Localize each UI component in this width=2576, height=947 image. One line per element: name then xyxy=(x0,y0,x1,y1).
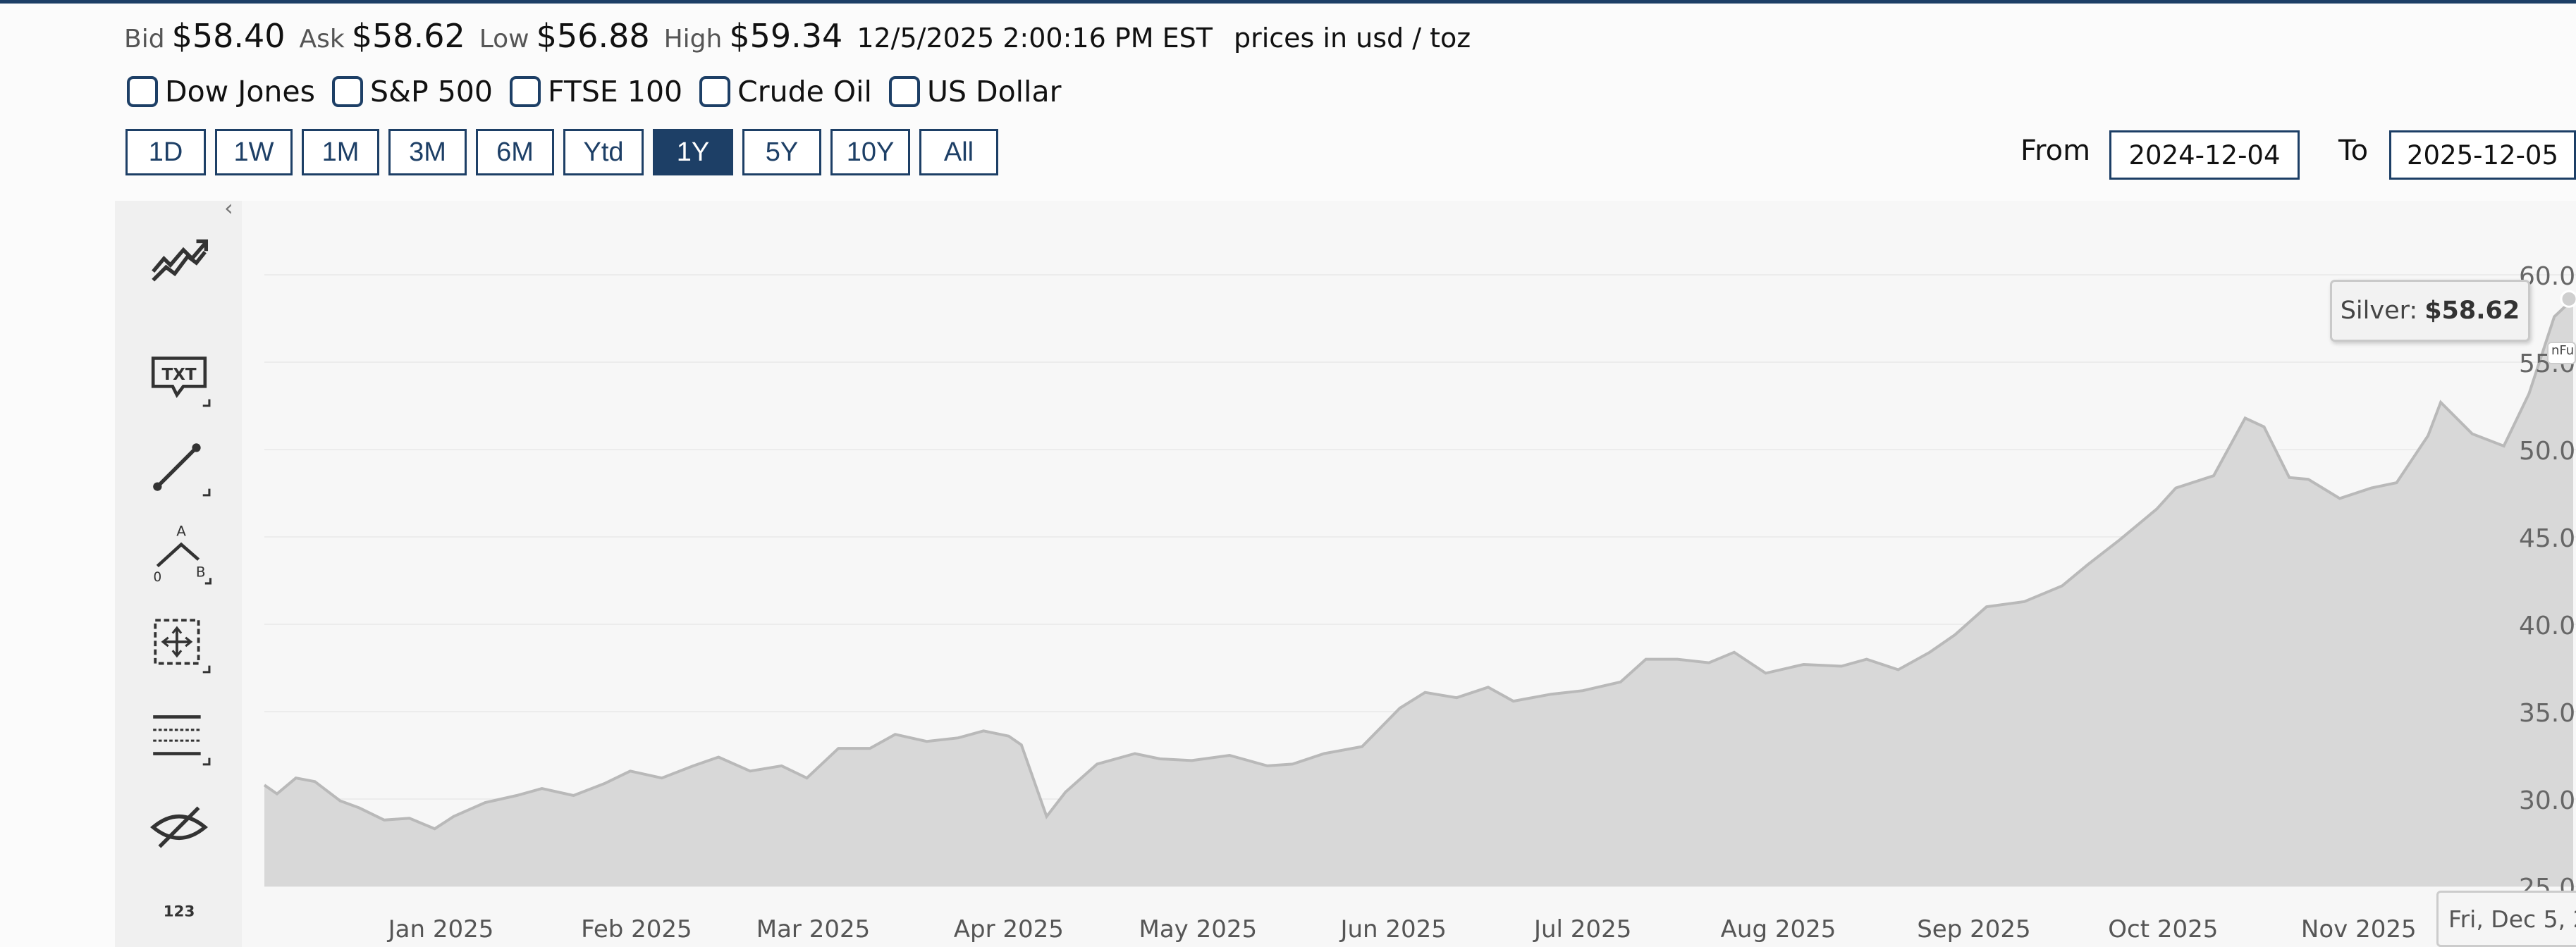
navigator-tag: nFu xyxy=(2547,342,2576,364)
x-tick-label: Apr 2025 xyxy=(954,915,1064,943)
price-area xyxy=(264,299,2573,886)
y-tick-label: 35.0 xyxy=(2519,699,2575,728)
y-tick-label: 40.0 xyxy=(2519,612,2575,640)
price-tooltip: Silver: $58.62 xyxy=(2330,280,2530,342)
tooltip-series: Silver: xyxy=(2340,297,2418,325)
y-tick-label: 50.0 xyxy=(2519,437,2575,466)
price-chart: 25.030.035.040.045.050.055.060.0 Jan 202… xyxy=(263,262,2576,943)
x-tick-label: Jul 2025 xyxy=(1533,915,1631,943)
x-tick-label: Aug 2025 xyxy=(1721,915,1836,943)
x-tick-label: Sep 2025 xyxy=(1917,915,2030,943)
x-tick-label: May 2025 xyxy=(1139,915,1257,943)
x-tick-label: Jun 2025 xyxy=(1339,915,1446,943)
y-tick-label: 30.0 xyxy=(2519,786,2575,815)
hover-point xyxy=(2560,290,2576,308)
y-tick-label: 45.0 xyxy=(2519,524,2575,553)
x-tick-label: Mar 2025 xyxy=(756,915,870,943)
date-tooltip: Fri, Dec 5, 2025 xyxy=(2436,891,2576,947)
x-tick-label: Feb 2025 xyxy=(581,915,692,943)
x-axis: Jan 2025 Feb 2025 Mar 2025 Apr 2025 May 2025… xyxy=(387,915,2417,943)
x-tick-label: Nov 2025 xyxy=(2301,915,2417,943)
x-tick-label: Jan 2025 xyxy=(387,915,494,943)
tooltip-value: $58.62 xyxy=(2424,297,2520,325)
x-tick-label: Oct 2025 xyxy=(2108,915,2218,943)
